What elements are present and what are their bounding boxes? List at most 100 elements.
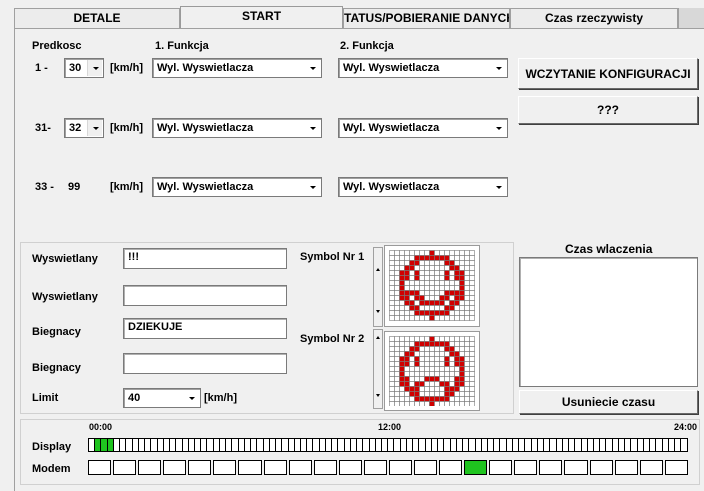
pixel-cell[interactable] (434, 295, 440, 301)
pixel-cell[interactable] (449, 305, 455, 311)
pixel-cell[interactable] (439, 280, 445, 286)
pixel-cell[interactable] (424, 341, 430, 347)
pixel-cell[interactable] (404, 381, 410, 387)
modem-slot[interactable] (163, 460, 187, 475)
pixel-cell[interactable] (419, 356, 425, 362)
pixel-cell[interactable] (419, 300, 425, 306)
pixel-cell[interactable] (399, 336, 405, 342)
pixel-cell[interactable] (404, 336, 410, 342)
pixel-cell[interactable] (409, 280, 415, 286)
pixel-cell[interactable] (469, 386, 475, 392)
pixel-cell[interactable] (389, 315, 395, 321)
pixel-cell[interactable] (394, 341, 400, 347)
pixel-cell[interactable] (424, 265, 430, 271)
pixel-cell[interactable] (469, 265, 475, 271)
chevron-down-icon[interactable] (491, 120, 506, 136)
pixel-cell[interactable] (439, 300, 445, 306)
pixel-cell[interactable] (404, 346, 410, 352)
pixel-cell[interactable] (424, 305, 430, 311)
pixel-cell[interactable] (434, 305, 440, 311)
pixel-cell[interactable] (434, 391, 440, 397)
pixel-cell[interactable] (409, 351, 415, 357)
pixel-cell[interactable] (394, 401, 400, 407)
pixel-cell[interactable] (434, 351, 440, 357)
time-list[interactable] (519, 257, 698, 387)
pixel-cell[interactable] (434, 356, 440, 362)
pixel-cell[interactable] (404, 341, 410, 347)
pixel-cell[interactable] (419, 346, 425, 352)
load-config-button[interactable]: WCZYTANIE KONFIGURACJI (518, 58, 698, 89)
pixel-cell[interactable] (394, 346, 400, 352)
pixel-cell[interactable] (464, 255, 470, 261)
pixel-cell[interactable] (439, 336, 445, 342)
pixel-cell[interactable] (434, 280, 440, 286)
pixel-cell[interactable] (399, 391, 405, 397)
pixel-cell[interactable] (439, 265, 445, 271)
pixel-cell[interactable] (394, 356, 400, 362)
pixel-cell[interactable] (429, 361, 435, 367)
pixel-cell[interactable] (404, 361, 410, 367)
pixel-cell[interactable] (414, 285, 420, 291)
pixel-cell[interactable] (464, 391, 470, 397)
pixel-cell[interactable] (394, 361, 400, 367)
pixel-cell[interactable] (434, 381, 440, 387)
pixel-cell[interactable] (424, 290, 430, 296)
display-text-input-2[interactable] (123, 285, 287, 306)
pixel-cell[interactable] (454, 305, 460, 311)
pixel-cell[interactable] (469, 290, 475, 296)
chevron-down-icon[interactable] (491, 179, 506, 195)
pixel-cell[interactable] (464, 305, 470, 311)
pixel-cell[interactable] (454, 265, 460, 271)
pixel-cell[interactable] (394, 295, 400, 301)
pixel-cell[interactable] (394, 381, 400, 387)
pixel-cell[interactable] (414, 381, 420, 387)
pixel-cell[interactable] (404, 255, 410, 261)
pixel-cell[interactable] (399, 376, 405, 382)
pixel-cell[interactable] (404, 401, 410, 407)
pixel-cell[interactable] (414, 260, 420, 266)
pixel-cell[interactable] (389, 270, 395, 276)
pixel-cell[interactable] (419, 361, 425, 367)
pixel-cell[interactable] (439, 396, 445, 402)
pixel-cell[interactable] (419, 285, 425, 291)
pixel-cell[interactable] (464, 265, 470, 271)
pixel-cell[interactable] (449, 295, 455, 301)
pixel-cell[interactable] (404, 391, 410, 397)
pixel-cell[interactable] (464, 275, 470, 281)
pixel-cell[interactable] (414, 265, 420, 271)
pixel-cell[interactable] (464, 401, 470, 407)
pixel-cell[interactable] (464, 366, 470, 372)
modem-slot[interactable] (614, 460, 638, 475)
pixel-cell[interactable] (399, 366, 405, 372)
pixel-cell[interactable] (434, 336, 440, 342)
pixel-cell[interactable] (414, 371, 420, 377)
modem-slot[interactable] (238, 460, 262, 475)
pixel-cell[interactable] (459, 386, 465, 392)
pixel-cell[interactable] (449, 391, 455, 397)
pixel-cell[interactable] (434, 275, 440, 281)
pixel-cell[interactable] (459, 366, 465, 372)
pixel-cell[interactable] (469, 341, 475, 347)
pixel-cell[interactable] (404, 396, 410, 402)
chevron-down-icon[interactable] (491, 60, 506, 76)
pixel-cell[interactable] (389, 310, 395, 316)
pixel-cell[interactable] (409, 260, 415, 266)
pixel-cell[interactable] (429, 315, 435, 321)
row2-function1-select[interactable]: Wyl. Wyswietlacza (152, 118, 322, 138)
pixel-cell[interactable] (444, 391, 450, 397)
pixel-cell[interactable] (414, 391, 420, 397)
pixel-cell[interactable] (454, 356, 460, 362)
pixel-cell[interactable] (404, 315, 410, 321)
display-text-input-1[interactable]: !!! (123, 248, 287, 269)
pixel-cell[interactable] (409, 305, 415, 311)
pixel-cell[interactable] (429, 371, 435, 377)
pixel-cell[interactable] (464, 285, 470, 291)
pixel-cell[interactable] (424, 260, 430, 266)
chevron-down-icon[interactable] (305, 120, 320, 136)
pixel-cell[interactable] (389, 265, 395, 271)
pixel-cell[interactable] (459, 300, 465, 306)
pixel-cell[interactable] (394, 366, 400, 372)
pixel-cell[interactable] (424, 381, 430, 387)
pixel-cell[interactable] (414, 290, 420, 296)
pixel-cell[interactable] (394, 376, 400, 382)
